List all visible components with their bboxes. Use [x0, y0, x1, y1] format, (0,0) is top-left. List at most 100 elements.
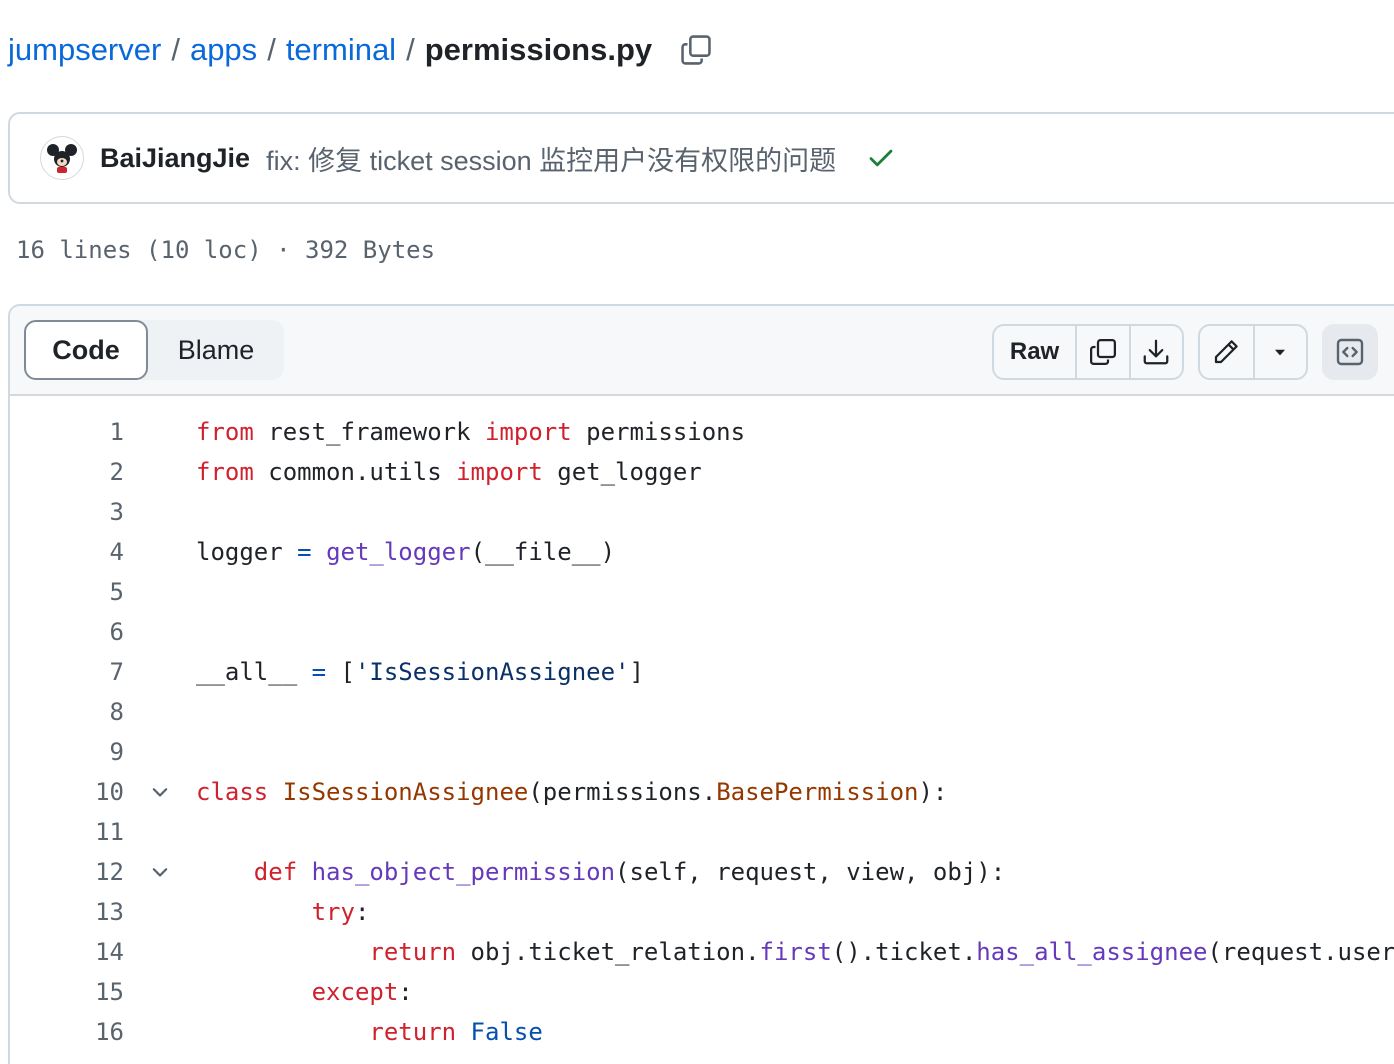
line-number[interactable]: 10 [10, 778, 124, 806]
commit-author[interactable]: BaiJiangJie [100, 143, 250, 174]
latest-commit-bar: BaiJiangJie fix: 修复 ticket session 监控用户没… [8, 112, 1394, 204]
line-number[interactable]: 7 [10, 658, 124, 686]
code-token: ] [629, 658, 644, 686]
code-text: return obj.ticket_relation.first().ticke… [196, 938, 1394, 966]
code-text: try: [196, 898, 370, 926]
code-token: rest_framework [253, 418, 485, 446]
code-token: get_logger [542, 458, 702, 486]
copy-icon [1089, 339, 1116, 365]
code-token: __all__ [196, 658, 312, 686]
fold-toggle[interactable] [124, 861, 196, 883]
file-info: 16 lines (10 loc) · 392 Bytes [16, 236, 435, 264]
code-token: (self, request, view, obj): [615, 858, 1006, 886]
line-number[interactable]: 13 [10, 898, 124, 926]
code-line: 8 [10, 692, 1394, 732]
code-token: : [398, 978, 413, 1006]
code-text: return False [196, 1018, 543, 1046]
raw-button[interactable]: Raw [994, 326, 1075, 378]
code-token: get_logger [326, 538, 471, 566]
code-token: from [196, 418, 254, 446]
copy-path-button[interactable] [678, 32, 714, 68]
code-line: 4 logger = get_logger(__file__) [10, 532, 1394, 572]
raw-copy-download-group: Raw [992, 324, 1184, 380]
code-token: return [369, 1018, 457, 1046]
code-view: 1 from rest_framework import permissions 2… [10, 396, 1394, 1052]
line-number[interactable]: 16 [10, 1018, 124, 1046]
code-line: 15 except: [10, 972, 1394, 1012]
breadcrumb-apps-link[interactable]: apps [190, 32, 257, 68]
line-number[interactable]: 15 [10, 978, 124, 1006]
triangle-down-icon [1275, 349, 1286, 356]
line-number[interactable]: 9 [10, 738, 124, 766]
check-icon [869, 149, 893, 167]
code-line: 14 return obj.ticket_relation.first().ti… [10, 932, 1394, 972]
code-text: from rest_framework import permissions [196, 418, 745, 446]
code-token: has_object_permission [311, 858, 616, 886]
commit-message[interactable]: fix: 修复 ticket session 监控用户没有权限的问题 [266, 139, 836, 178]
code-token: def [253, 858, 298, 886]
code-text: __all__ = ['IsSessionAssignee'] [196, 658, 644, 686]
chevron-down-icon [152, 868, 168, 877]
file-meta-separator: · [276, 236, 291, 264]
more-edit-options-button[interactable] [1252, 326, 1306, 378]
code-token: from [196, 458, 254, 486]
file-viewer: Code Blame Raw 1 from rest_framework imp… [8, 304, 1394, 1064]
pencil-icon [1215, 340, 1239, 364]
code-token: try [311, 898, 355, 926]
code-token: import [456, 458, 543, 486]
commit-status[interactable] [866, 143, 896, 173]
code-token: ().ticket. [831, 938, 977, 966]
chevron-down-icon [152, 788, 168, 797]
code-token: common.utils [253, 458, 457, 486]
code-line: 10 class IsSessionAssignee(permissions.Ba… [10, 772, 1394, 812]
code-line: 5 [10, 572, 1394, 612]
code-token: ): [918, 778, 948, 806]
line-number[interactable]: 14 [10, 938, 124, 966]
edit-button[interactable] [1200, 326, 1253, 378]
breadcrumb-repo-link[interactable]: jumpserver [8, 32, 161, 68]
line-number[interactable]: 1 [10, 418, 124, 446]
breadcrumb-separator: / [267, 32, 276, 67]
breadcrumb-terminal-link[interactable]: terminal [286, 32, 396, 68]
breadcrumb: jumpserver / apps / terminal / permissio… [8, 28, 714, 72]
code-token: first [759, 938, 832, 966]
code-token: = [311, 658, 327, 686]
code-token: False [470, 1018, 543, 1046]
breadcrumb-separator: / [406, 32, 415, 67]
download-icon [1143, 339, 1169, 365]
line-number[interactable]: 2 [10, 458, 124, 486]
code-token: obj.ticket_relation. [456, 938, 760, 966]
code-token: logger [196, 538, 298, 566]
copy-raw-button[interactable] [1075, 326, 1128, 378]
line-number[interactable]: 5 [10, 578, 124, 606]
line-number[interactable]: 12 [10, 858, 124, 886]
code-token: import [484, 418, 572, 446]
line-number[interactable]: 4 [10, 538, 124, 566]
line-number[interactable]: 11 [10, 818, 124, 846]
fold-toggle[interactable] [124, 781, 196, 803]
copy-icon [681, 35, 711, 65]
tab-blame[interactable]: Blame [148, 320, 284, 380]
tab-code[interactable]: Code [24, 320, 148, 380]
avatar[interactable] [40, 136, 84, 180]
breadcrumb-separator: / [171, 32, 180, 67]
code-text: def has_object_permission(self, request,… [196, 858, 1005, 886]
line-number[interactable]: 6 [10, 618, 124, 646]
code-token: BasePermission [716, 778, 919, 806]
code-text: class IsSessionAssignee(permissions.Base… [196, 778, 947, 806]
code-token: class [196, 778, 269, 806]
line-number[interactable]: 3 [10, 498, 124, 526]
code-token: IsSessionAssignee [282, 778, 529, 806]
line-number[interactable]: 8 [10, 698, 124, 726]
code-line: 11 [10, 812, 1394, 852]
symbols-panel-button[interactable] [1322, 324, 1378, 380]
download-button[interactable] [1128, 326, 1182, 378]
file-line-count: 16 lines (10 loc) [16, 236, 262, 264]
code-line: 6 [10, 612, 1394, 652]
